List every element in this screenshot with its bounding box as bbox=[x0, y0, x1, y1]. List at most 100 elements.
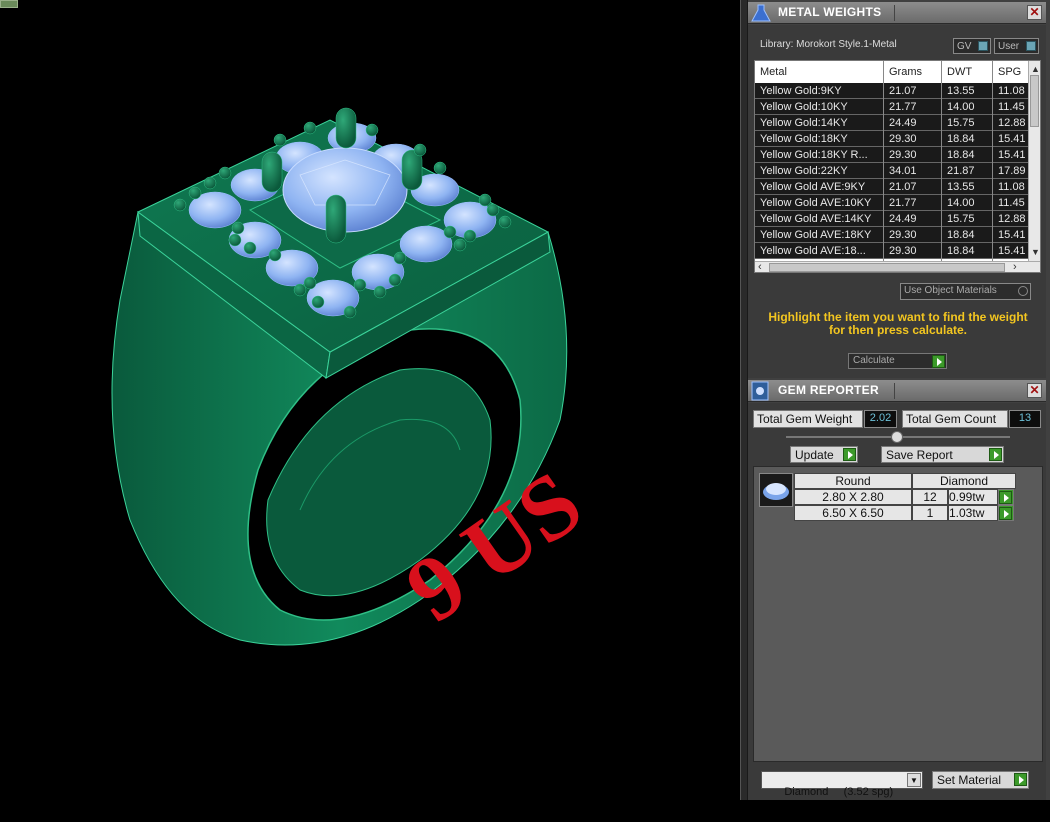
table-cell: 21.07 bbox=[889, 181, 917, 193]
gem-material-header: Diamond bbox=[912, 473, 1016, 489]
scroll-up-icon[interactable]: ▲ bbox=[1031, 64, 1040, 74]
gem-cell: 1.03tw bbox=[948, 505, 998, 521]
table-cell: Yellow Gold:10KY bbox=[760, 101, 848, 113]
instruction-text: Highlight the item you want to find the … bbox=[768, 310, 1028, 337]
table-cell: Yellow Gold:18KY R... bbox=[760, 149, 868, 161]
table-cell: 29.30 bbox=[889, 229, 917, 241]
flask-icon bbox=[751, 4, 771, 22]
viewport-corner-tab[interactable] bbox=[0, 0, 18, 8]
table-row[interactable]: Yellow Gold AVE:18KY 29.30 18.84 15.41 bbox=[755, 227, 1030, 243]
table-cell: 21.87 bbox=[947, 165, 975, 177]
scroll-thumb[interactable] bbox=[1030, 75, 1039, 127]
play-icon bbox=[932, 355, 945, 368]
gem-cell: 1 bbox=[912, 505, 948, 521]
table-cell: 11.08 bbox=[998, 85, 1025, 97]
gem-cell: 12 bbox=[912, 489, 948, 505]
table-cell: 12.88 bbox=[998, 213, 1026, 225]
table-cell: 29.30 bbox=[889, 133, 917, 145]
table-row[interactable]: Yellow Gold:22KY 34.01 21.87 17.89 bbox=[755, 163, 1030, 179]
table-row[interactable]: Yellow Gold:18KY 29.30 18.84 15.41 bbox=[755, 131, 1030, 147]
table-cell: Yellow Gold:18KY bbox=[760, 133, 848, 145]
gem-icon bbox=[763, 483, 789, 500]
table-cell: Yellow Gold AVE:9KY bbox=[760, 181, 866, 193]
table-row[interactable]: Yellow Gold AVE:9KY 21.07 13.55 11.08 bbox=[755, 179, 1030, 195]
close-icon[interactable]: ✕ bbox=[1027, 5, 1042, 20]
user-toggle[interactable]: User bbox=[994, 38, 1039, 54]
table-cell: 14.00 bbox=[947, 197, 975, 209]
table-cell: 12.88 bbox=[998, 117, 1026, 129]
gem-row-go-button[interactable] bbox=[998, 489, 1014, 505]
table-cell: 15.41 bbox=[998, 245, 1026, 257]
library-label: Library: Morokort Style.1-Metal bbox=[760, 39, 897, 50]
table-row[interactable]: Yellow Gold AVE:14KY 24.49 15.75 12.88 bbox=[755, 211, 1030, 227]
table-cell: Yellow Gold:14KY bbox=[760, 117, 848, 129]
3d-viewport[interactable]: 9 US bbox=[0, 0, 740, 800]
calculate-button[interactable]: Calculate bbox=[848, 353, 947, 369]
scroll-left-icon[interactable]: ‹ bbox=[758, 261, 762, 272]
horizontal-scrollbar[interactable]: ‹ › bbox=[755, 261, 1040, 272]
table-cell: 21.77 bbox=[889, 197, 917, 209]
vertical-scrollbar[interactable]: ▲ ▼ bbox=[1028, 61, 1040, 261]
panel-splitter[interactable] bbox=[740, 0, 748, 800]
round-gem-thumbnail[interactable] bbox=[759, 473, 793, 507]
scroll-down-icon[interactable]: ▼ bbox=[1031, 247, 1040, 257]
gem-cell: 0.99tw bbox=[948, 489, 998, 505]
gv-toggle[interactable]: GV bbox=[953, 38, 991, 54]
hscroll-thumb[interactable] bbox=[769, 263, 1005, 272]
total-gem-weight-label: Total Gem Weight bbox=[753, 410, 863, 428]
gem-cell: 2.80 X 2.80 bbox=[794, 489, 912, 505]
gem-list-area: Round Diamond 2.80 X 2.80 12 0.99tw 6.50 X … bbox=[753, 466, 1043, 762]
col-dwt[interactable]: DWT bbox=[947, 66, 972, 78]
table-cell: Yellow Gold:22KY bbox=[760, 165, 848, 177]
metal-weights-table: Metal Grams DWT SPG Yellow Gold:9KY 21.07… bbox=[754, 60, 1041, 273]
col-spg[interactable]: SPG bbox=[998, 66, 1021, 78]
scroll-right-icon[interactable]: › bbox=[1013, 261, 1017, 272]
gem-reporter-titlebar[interactable]: GEM REPORTER ✕ bbox=[748, 380, 1046, 402]
table-cell: 15.75 bbox=[947, 117, 975, 129]
table-cell: 34.01 bbox=[889, 165, 917, 177]
table-cell: 15.75 bbox=[947, 213, 975, 225]
set-material-button[interactable]: Set Material bbox=[932, 771, 1029, 789]
use-object-materials-checkbox[interactable]: Use Object Materials bbox=[900, 283, 1031, 300]
table-cell: 13.55 bbox=[947, 85, 975, 97]
table-row[interactable]: Yellow Gold:9KY 21.07 13.55 11.08 bbox=[755, 83, 1030, 99]
report-icon bbox=[751, 381, 769, 401]
checkbox-icon[interactable] bbox=[1018, 286, 1028, 296]
table-cell: 21.07 bbox=[889, 85, 917, 97]
table-cell: 24.49 bbox=[889, 117, 917, 129]
table-row[interactable]: Yellow Gold AVE:10KY 21.77 14.00 11.45 bbox=[755, 195, 1030, 211]
play-icon bbox=[1014, 773, 1027, 786]
table-cell: 15.41 bbox=[998, 149, 1026, 161]
gem-cell: 6.50 X 6.50 bbox=[794, 505, 912, 521]
table-cell: 15.41 bbox=[998, 229, 1026, 241]
table-cell: Yellow Gold AVE:18KY bbox=[760, 229, 872, 241]
table-cell: 11.45 bbox=[998, 101, 1025, 113]
table-cell: 11.08 bbox=[998, 181, 1025, 193]
close-icon[interactable]: ✕ bbox=[1027, 383, 1042, 398]
chevron-down-icon[interactable]: ▼ bbox=[907, 773, 921, 787]
table-cell: Yellow Gold:9KY bbox=[760, 85, 842, 97]
table-cell: 11.45 bbox=[998, 197, 1025, 209]
table-cell: 18.84 bbox=[947, 133, 975, 145]
metal-weights-titlebar[interactable]: METAL WEIGHTS ✕ bbox=[748, 2, 1046, 24]
gem-reporter-panel: Total Gem Weight 2.02 Total Gem Count 13… bbox=[748, 403, 1046, 800]
table-cell: 29.30 bbox=[889, 149, 917, 161]
gem-row-go-button[interactable] bbox=[998, 505, 1014, 521]
col-grams[interactable]: Grams bbox=[889, 66, 922, 78]
table-row[interactable]: Yellow Gold AVE:18... 29.30 18.84 15.41 bbox=[755, 243, 1030, 259]
table-row[interactable]: Yellow Gold:18KY R... 29.30 18.84 15.41 bbox=[755, 147, 1030, 163]
material-select[interactable]: Diamond (3.52 spg) ▼ bbox=[761, 771, 923, 798]
play-icon bbox=[989, 448, 1002, 461]
table-cell: 18.84 bbox=[947, 149, 975, 161]
table-cell: 21.77 bbox=[889, 101, 917, 113]
update-button[interactable]: Update bbox=[790, 446, 858, 463]
table-cell: 24.49 bbox=[889, 213, 917, 225]
table-row[interactable]: Yellow Gold:10KY 21.77 14.00 11.45 bbox=[755, 99, 1030, 115]
total-gem-count-label: Total Gem Count bbox=[902, 410, 1008, 428]
save-report-button[interactable]: Save Report bbox=[881, 446, 1004, 463]
slider-handle[interactable] bbox=[891, 431, 903, 443]
metal-weights-title: METAL WEIGHTS bbox=[778, 5, 882, 19]
col-metal[interactable]: Metal bbox=[760, 66, 787, 78]
table-row[interactable]: Yellow Gold:14KY 24.49 15.75 12.88 bbox=[755, 115, 1030, 131]
play-icon bbox=[999, 491, 1012, 504]
